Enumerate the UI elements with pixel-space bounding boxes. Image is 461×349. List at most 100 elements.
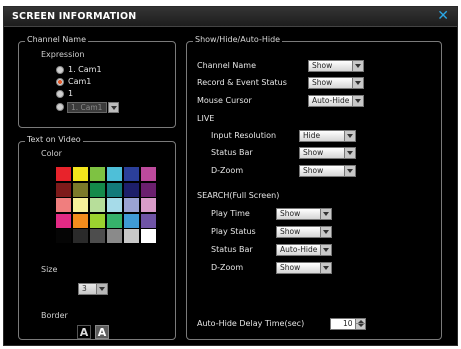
live-status-bar-dropdown[interactable]: Show xyxy=(299,147,356,159)
mouse-cursor-dropdown[interactable]: Auto-Hide xyxy=(308,95,364,107)
expression-option-3[interactable]: 1 xyxy=(68,89,73,98)
chevron-down-icon[interactable] xyxy=(320,263,331,273)
color-swatch[interactable] xyxy=(56,229,71,243)
record-event-status-value: Show xyxy=(312,78,333,87)
color-swatch[interactable] xyxy=(56,213,71,228)
border-label: Border xyxy=(41,311,68,320)
close-icon[interactable]: ✕ xyxy=(437,8,449,24)
search-status-bar-label: Status Bar xyxy=(211,245,253,254)
chevron-down-icon[interactable] xyxy=(352,78,363,88)
play-status-value: Show xyxy=(280,227,301,236)
color-swatch[interactable] xyxy=(124,229,139,243)
color-swatch[interactable] xyxy=(56,167,71,181)
color-swatch[interactable] xyxy=(73,167,88,181)
screen-information-dialog: SCREEN INFORMATION ✕ Channel Name Expres… xyxy=(3,6,458,346)
show-hide-legend: Show/Hide/Auto-Hide xyxy=(193,35,283,44)
color-swatch[interactable] xyxy=(107,213,122,228)
expression-radio-4[interactable] xyxy=(56,103,64,111)
chevron-down-icon[interactable] xyxy=(352,96,363,106)
record-event-status-label: Record & Event Status xyxy=(197,78,287,87)
input-resolution-label: Input Resolution xyxy=(211,131,277,140)
color-swatch[interactable] xyxy=(141,213,156,228)
color-swatch[interactable] xyxy=(107,182,122,197)
color-swatch[interactable] xyxy=(124,198,139,212)
live-d-zoom-label: D-Zoom xyxy=(211,166,244,175)
color-swatch[interactable] xyxy=(73,182,88,197)
chevron-down-icon[interactable] xyxy=(344,166,355,176)
color-swatch[interactable] xyxy=(124,182,139,197)
search-status-bar-dropdown[interactable]: Auto-Hide xyxy=(276,244,332,256)
color-swatch[interactable] xyxy=(107,229,122,243)
color-swatch[interactable] xyxy=(141,167,156,181)
channel-name-row-label: Channel Name xyxy=(197,61,256,70)
expression-radio-3[interactable] xyxy=(56,90,64,98)
color-swatch[interactable] xyxy=(90,182,105,197)
expression-label: Expression xyxy=(41,50,85,59)
color-swatch[interactable] xyxy=(141,229,156,243)
chevron-down-icon[interactable] xyxy=(352,61,363,71)
play-time-value: Show xyxy=(280,209,301,218)
text-on-video-legend: Text on Video xyxy=(25,135,83,144)
color-swatch[interactable] xyxy=(73,213,88,228)
size-label: Size xyxy=(41,265,58,274)
search-d-zoom-label: D-Zoom xyxy=(211,263,244,272)
chevron-down-icon[interactable] xyxy=(320,227,331,237)
border-outline-button[interactable]: A xyxy=(95,325,109,339)
play-status-dropdown[interactable]: Show xyxy=(276,226,332,238)
color-swatch[interactable] xyxy=(107,198,122,212)
title-bar: SCREEN INFORMATION ✕ xyxy=(4,7,457,27)
color-swatch[interactable] xyxy=(107,167,122,181)
color-swatch[interactable] xyxy=(90,167,105,181)
color-swatch[interactable] xyxy=(56,198,71,212)
color-swatch[interactable] xyxy=(141,182,156,197)
channel-name-legend: Channel Name xyxy=(25,35,88,44)
play-status-label: Play Status xyxy=(211,227,256,236)
color-swatch[interactable] xyxy=(90,198,105,212)
color-swatch[interactable] xyxy=(90,229,105,243)
size-dropdown-button[interactable] xyxy=(96,284,107,294)
border-none-button[interactable]: A xyxy=(77,325,91,339)
expression-option-2[interactable]: Cam1 xyxy=(68,77,91,86)
input-resolution-dropdown[interactable]: Hide xyxy=(299,130,356,142)
live-status-bar-value: Show xyxy=(303,148,324,157)
stepper-down-icon[interactable] xyxy=(355,324,365,329)
color-swatch[interactable] xyxy=(73,198,88,212)
search-status-bar-value: Auto-Hide xyxy=(280,245,318,254)
search-d-zoom-dropdown[interactable]: Show xyxy=(276,262,332,274)
color-swatch[interactable] xyxy=(124,213,139,228)
dialog-title: SCREEN INFORMATION xyxy=(12,11,137,22)
chevron-down-icon[interactable] xyxy=(320,245,331,255)
live-d-zoom-value: Show xyxy=(303,166,324,175)
color-swatch[interactable] xyxy=(73,229,88,243)
color-swatch[interactable] xyxy=(124,167,139,181)
auto-hide-delay-stepper[interactable]: 10 xyxy=(330,318,366,330)
mouse-cursor-label: Mouse Cursor xyxy=(197,96,252,105)
live-section-label: LIVE xyxy=(197,114,215,123)
mouse-cursor-value: Auto-Hide xyxy=(312,96,350,105)
color-swatch[interactable] xyxy=(141,198,156,212)
chevron-down-icon[interactable] xyxy=(344,131,355,141)
live-status-bar-label: Status Bar xyxy=(211,148,253,157)
expression-radio-2[interactable] xyxy=(56,78,64,86)
color-label: Color xyxy=(41,149,62,158)
record-event-status-dropdown[interactable]: Show xyxy=(308,77,364,89)
color-swatch[interactable] xyxy=(90,213,105,228)
custom-name-dropdown-button[interactable] xyxy=(108,102,119,113)
play-time-dropdown[interactable]: Show xyxy=(276,208,332,220)
auto-hide-delay-value: 10 xyxy=(343,319,353,328)
color-swatch[interactable] xyxy=(56,182,71,197)
auto-hide-delay-label: Auto-Hide Delay Time(sec) xyxy=(197,319,305,328)
channel-name-value: Show xyxy=(312,61,333,70)
expression-radio-1[interactable] xyxy=(56,66,64,74)
size-dropdown[interactable]: 3 xyxy=(78,283,108,295)
live-d-zoom-dropdown[interactable]: Show xyxy=(299,165,356,177)
expression-option-1[interactable]: 1. Cam1 xyxy=(68,65,102,74)
custom-name-field[interactable]: 1. Cam1 xyxy=(67,102,107,113)
size-value: 3 xyxy=(82,284,87,293)
chevron-down-icon[interactable] xyxy=(344,148,355,158)
search-d-zoom-value: Show xyxy=(280,263,301,272)
search-section-label: SEARCH(Full Screen) xyxy=(197,191,280,200)
chevron-down-icon[interactable] xyxy=(320,209,331,219)
channel-name-dropdown[interactable]: Show xyxy=(308,60,364,72)
input-resolution-value: Hide xyxy=(303,131,321,140)
